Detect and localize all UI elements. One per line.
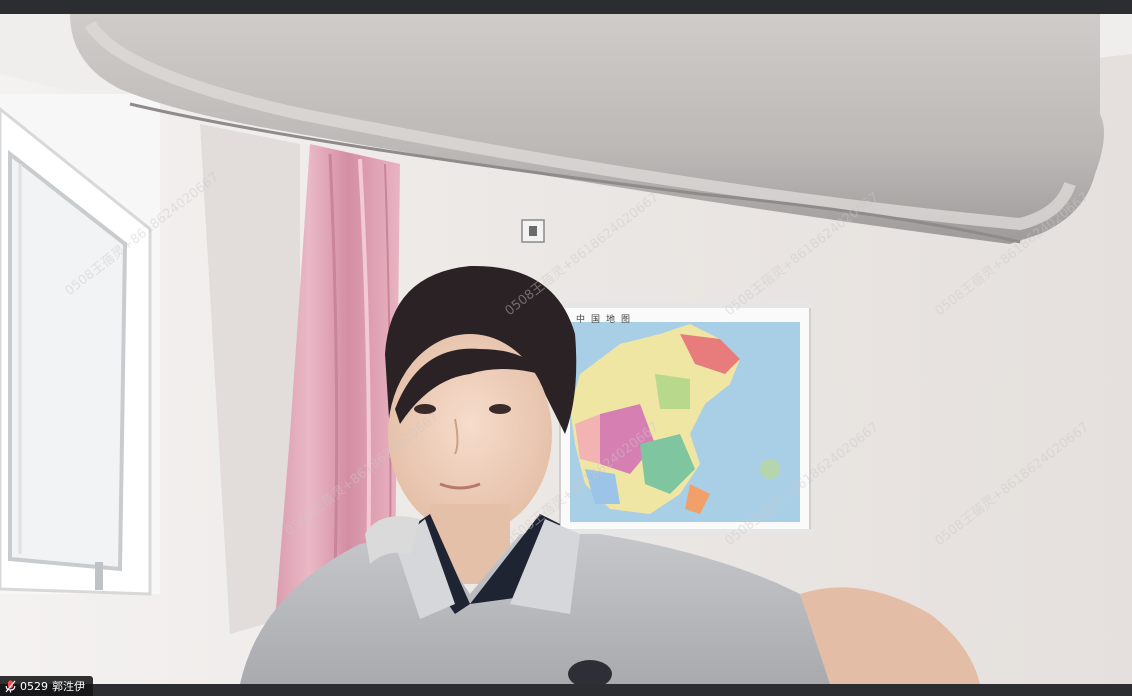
- video-frame: [0, 14, 1132, 684]
- map-title: 中国地图: [576, 315, 637, 325]
- participant-name-tag: 0529 郭泩伊: [0, 676, 93, 696]
- participant-id: 0529: [20, 679, 48, 693]
- top-bar: [0, 0, 1132, 14]
- participant-name: 郭泩伊: [52, 680, 85, 693]
- video-call-window: 中国地图 0508王蓓灵+8618624020667 0508王蓓灵+86186…: [0, 0, 1132, 696]
- microphone-icon: [4, 679, 16, 693]
- participant-video[interactable]: 中国地图 0508王蓓灵+8618624020667 0508王蓓灵+86186…: [0, 14, 1132, 684]
- bottom-bar: [0, 684, 1132, 696]
